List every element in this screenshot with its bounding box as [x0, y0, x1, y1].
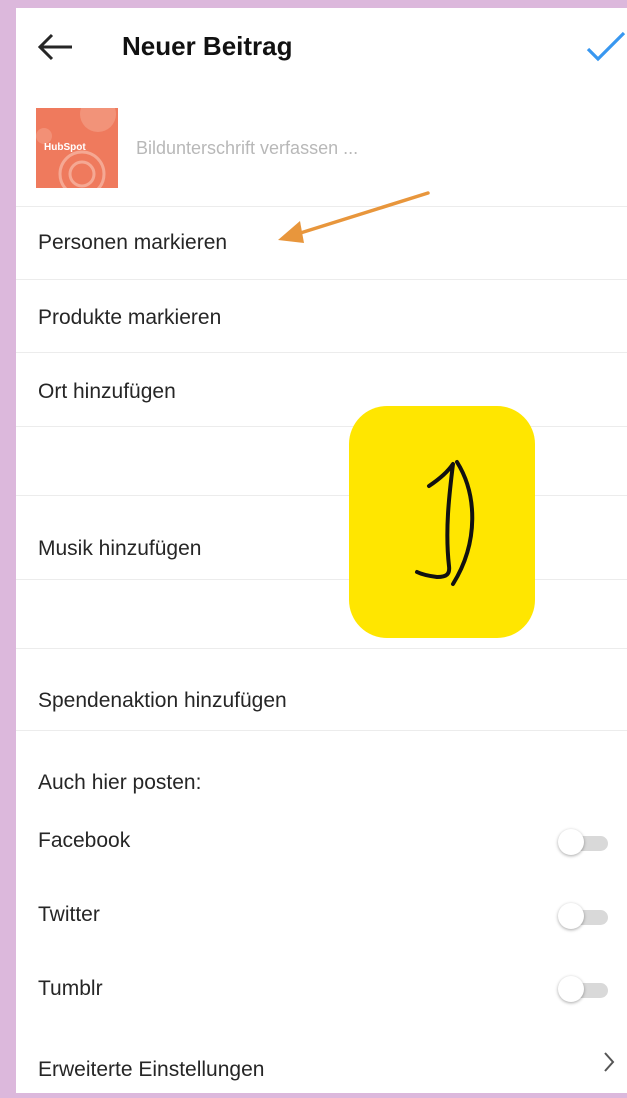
add-location-label: Ort hinzufügen — [38, 380, 176, 403]
toggle-knob — [558, 829, 584, 855]
divider — [16, 730, 627, 732]
advanced-settings-label: Erweiterte Einstellungen — [38, 1058, 265, 1081]
top-bar: Neuer Beitrag — [16, 8, 627, 88]
empty-row — [16, 426, 627, 496]
step-sticky-note — [349, 406, 535, 638]
tumblr-label: Tumblr — [38, 977, 103, 1000]
post-thumbnail[interactable]: HubSpot — [36, 108, 118, 188]
twitter-toggle[interactable] — [554, 902, 612, 932]
back-arrow-icon — [37, 33, 72, 61]
phone-screen: Neuer Beitrag HubSpot Personen markieren… — [16, 8, 627, 1093]
advanced-settings-row[interactable]: Erweiterte Einstellungen — [16, 1036, 627, 1093]
add-fundraiser-row[interactable]: Spendenaktion hinzufügen — [16, 648, 627, 731]
tumblr-toggle[interactable] — [554, 975, 612, 1005]
tag-products-row[interactable]: Produkte markieren — [16, 279, 627, 353]
empty-row-2 — [16, 579, 627, 649]
tag-people-label: Personen markieren — [38, 231, 228, 254]
back-button[interactable] — [36, 30, 76, 64]
toggle-knob — [558, 903, 584, 929]
add-location-row[interactable]: Ort hinzufügen — [16, 352, 627, 427]
checkmark-icon — [586, 31, 626, 62]
step-number-1-handwritten — [415, 460, 475, 586]
facebook-label: Facebook — [38, 829, 131, 852]
add-music-row[interactable]: Musik hinzufügen — [16, 495, 627, 580]
twitter-label: Twitter — [38, 903, 100, 926]
add-music-label: Musik hinzufügen — [38, 537, 202, 560]
page-title: Neuer Beitrag — [122, 31, 293, 61]
add-fundraiser-label: Spendenaktion hinzufügen — [38, 689, 287, 712]
annotation-arrow — [278, 191, 430, 243]
facebook-toggle[interactable] — [554, 828, 612, 858]
share-heading: Auch hier posten: — [38, 771, 202, 794]
caption-input[interactable] — [136, 128, 596, 168]
share-button[interactable] — [584, 28, 627, 68]
chevron-right-icon — [604, 1052, 615, 1072]
thumbnail-logo-text: HubSpot — [44, 142, 86, 153]
tag-products-label: Produkte markieren — [38, 306, 222, 329]
toggle-knob — [558, 976, 584, 1002]
